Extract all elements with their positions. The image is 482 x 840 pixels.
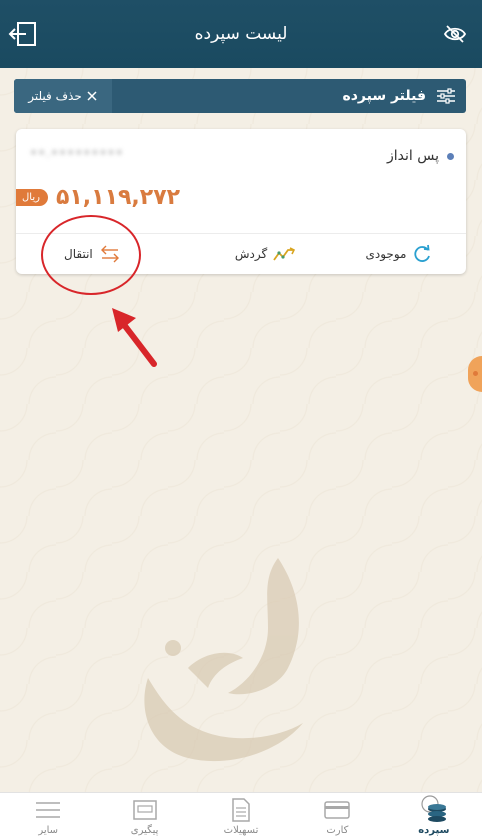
bank-logo-watermark <box>144 558 303 762</box>
nav-deposit-label: سپرده <box>418 825 450 836</box>
nav-other-label: سایر <box>38 825 59 836</box>
deposit-name: پس انداز <box>387 148 454 164</box>
nav-card-label: کارت <box>326 825 349 836</box>
page-title: لیست سپرده <box>194 24 288 44</box>
sliders-icon <box>437 88 455 104</box>
nav-deposit[interactable]: سپرده <box>386 793 482 840</box>
annotation-arrow <box>112 308 157 367</box>
exit-button[interactable] <box>6 18 40 50</box>
hide-balance-button[interactable] <box>442 22 468 46</box>
deposit-name-label: پس انداز <box>387 148 439 164</box>
remove-filter-button[interactable]: حذف فیلتر <box>14 79 112 113</box>
remove-filter-label: حذف فیلتر <box>28 89 82 103</box>
currency-badge: ریال <box>16 189 48 206</box>
turnover-label: گردش <box>234 247 268 261</box>
exit-icon <box>8 22 36 46</box>
balance-inquiry-label: موجودی <box>365 247 407 261</box>
bottom-navigation: سایر پیگیری تسهیلات کارت سپرده <box>0 792 482 840</box>
tracking-icon <box>132 800 157 820</box>
nav-other[interactable]: سایر <box>0 793 96 840</box>
balance-inquiry-button[interactable]: موجودی <box>332 244 466 264</box>
nav-tracking[interactable]: پیگیری <box>96 793 192 840</box>
refresh-icon <box>414 244 431 262</box>
account-number: ••.••••••••• <box>30 146 124 160</box>
status-dot <box>447 152 454 160</box>
document-icon <box>232 798 250 822</box>
filter-deposit-button[interactable]: فیلتر سپرده <box>342 88 466 104</box>
filter-bar: حذف فیلتر فیلتر سپرده <box>14 79 466 113</box>
drawer-handle-dot <box>473 371 478 376</box>
nav-facilities[interactable]: تسهیلات <box>193 793 289 840</box>
balance-amount: ۵۱,۱۱۹,۲۷۲ <box>55 185 181 210</box>
nav-tracking-label: پیگیری <box>130 825 159 836</box>
app-header: لیست سپرده <box>0 0 482 68</box>
close-icon <box>87 91 97 101</box>
deposit-coins-icon <box>421 795 446 822</box>
card-icon <box>324 801 351 819</box>
turnover-button[interactable]: گردش <box>198 246 332 262</box>
nav-facilities-label: تسهیلات <box>223 825 259 836</box>
annotation-circle <box>41 215 141 295</box>
trend-chart-icon <box>273 247 296 261</box>
side-drawer-handle[interactable] <box>468 356 482 392</box>
balance-row: ریال ۵۱,۱۱۹,۲۷۲ <box>16 185 180 210</box>
eye-off-icon <box>443 25 467 43</box>
nav-card[interactable]: کارت <box>289 793 385 840</box>
filter-title: فیلتر سپرده <box>342 88 426 104</box>
menu-icon <box>36 802 61 818</box>
